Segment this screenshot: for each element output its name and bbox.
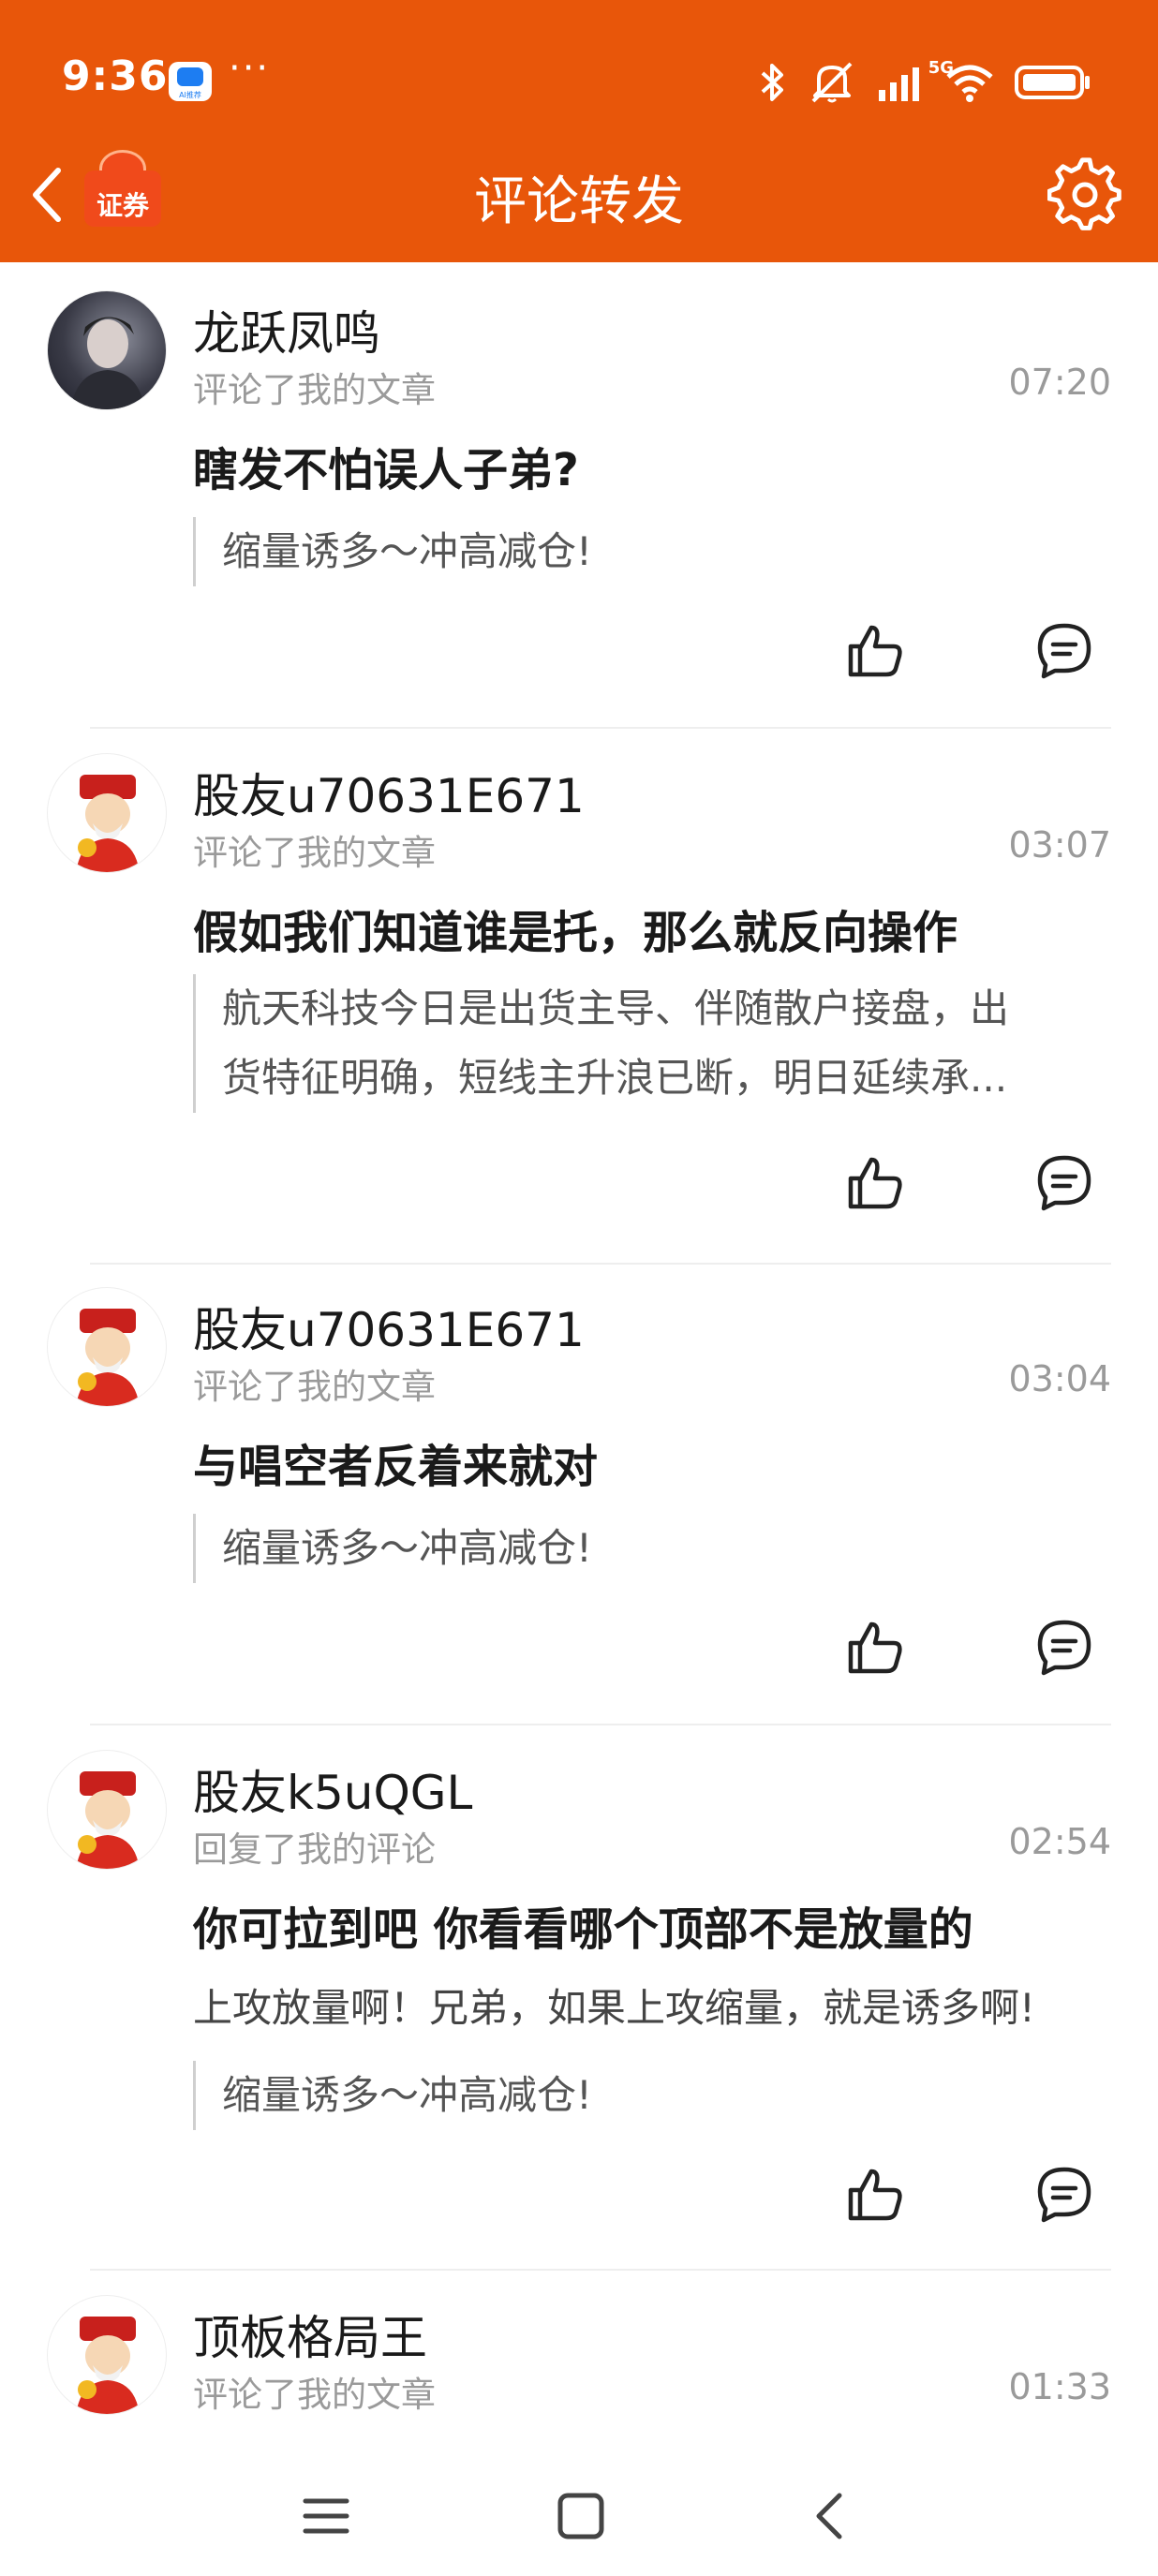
comment-icon (1037, 2167, 1091, 2223)
comment-button[interactable] (1029, 1147, 1100, 1218)
avatar[interactable] (47, 1750, 167, 1870)
timestamp: 03:04 (1008, 1358, 1111, 1399)
divider (90, 727, 1111, 729)
quoted-article[interactable]: 缩量诱多～冲高减仓! (193, 1514, 1111, 1583)
avatar[interactable] (47, 2295, 167, 2415)
timestamp: 03:07 (1008, 824, 1111, 866)
signal-icon (879, 67, 919, 101)
timestamp: 01:33 (1008, 2366, 1111, 2407)
action-text: 评论了我的文章 (193, 1367, 436, 1407)
menu-icon (303, 2498, 349, 2534)
username[interactable]: 股友u70631E671 (193, 759, 585, 826)
action-text: 评论了我的文章 (193, 370, 436, 410)
comment-icon (1037, 1155, 1091, 1211)
top-bar: 9:36 AI推荐 ··· 5G 证券 评论转发 (0, 0, 1158, 262)
action-text: 评论了我的文章 (193, 833, 436, 873)
comment-button[interactable] (1029, 2158, 1100, 2229)
like-button[interactable] (839, 1611, 911, 1682)
system-back-button[interactable] (804, 2488, 860, 2544)
settings-button[interactable] (1047, 157, 1122, 232)
timestamp: 07:20 (1008, 362, 1111, 403)
timestamp: 02:54 (1008, 1821, 1111, 1862)
avatar[interactable] (47, 753, 167, 873)
status-icons (757, 54, 1092, 111)
gear-icon (1047, 157, 1121, 230)
notification-app-icon: AI推荐 (169, 62, 212, 101)
like-button[interactable] (839, 2158, 911, 2229)
chevron-left-icon (816, 2493, 842, 2539)
divider (90, 2269, 1111, 2271)
page-title: 评论转发 (474, 171, 684, 232)
comment-button[interactable] (1029, 614, 1100, 686)
like-icon (848, 1157, 902, 1209)
like-button[interactable] (839, 1147, 911, 1218)
like-button[interactable] (839, 614, 911, 686)
avatar[interactable] (47, 290, 167, 410)
action-text: 回复了我的评论 (193, 1829, 436, 1870)
quoted-article[interactable]: 航天科技今日是出货主导、伴随散户接盘，出 货特征明确，短线主升浪已断，明日延续承… (193, 974, 1111, 1113)
username[interactable]: 股友k5uQGL (193, 1755, 472, 1823)
status-more-dots: ··· (229, 47, 271, 90)
battery-icon (1015, 66, 1090, 99)
home-button[interactable] (553, 2488, 609, 2544)
quoted-article[interactable]: 缩量诱多～冲高减仓! (193, 517, 1111, 586)
system-nav-bar (0, 2454, 1158, 2576)
divider (90, 1263, 1111, 1265)
quoted-comment[interactable]: 缩量诱多～冲高减仓! (193, 2061, 1111, 2130)
comment-icon (1037, 1620, 1091, 1676)
comment-icon (1037, 623, 1091, 679)
action-text: 评论了我的文章 (193, 2375, 436, 2415)
like-icon (848, 625, 902, 677)
status-time: 9:36 (62, 52, 169, 100)
comment-text: 你可拉到吧 你看看哪个顶部不是放量的 (193, 1903, 973, 1956)
username[interactable]: 股友u70631E671 (193, 1293, 585, 1360)
like-icon (848, 1621, 902, 1674)
recent-apps-button[interactable] (298, 2488, 354, 2544)
mute-icon (811, 62, 853, 103)
comment-button[interactable] (1029, 1611, 1100, 1682)
like-icon (848, 2169, 902, 2221)
home-square-icon (557, 2493, 604, 2539)
username[interactable]: 顶板格局王 (193, 2301, 427, 2368)
comment-text: 与唱空者反着来就对 (193, 1441, 599, 1493)
divider (90, 1724, 1111, 1725)
comment-text: 瞎发不怕误人子弟? (193, 444, 579, 496)
username[interactable]: 龙跃凤鸣 (193, 296, 380, 363)
comment-text: 假如我们知道谁是托，那么就反向操作 (193, 907, 958, 959)
bluetooth-icon (761, 64, 783, 101)
avatar[interactable] (47, 1287, 167, 1407)
reply-text: 上攻放量啊！兄弟，如果上攻缩量，就是诱多啊! (193, 1985, 1035, 2031)
network-label: 5G (928, 58, 954, 78)
